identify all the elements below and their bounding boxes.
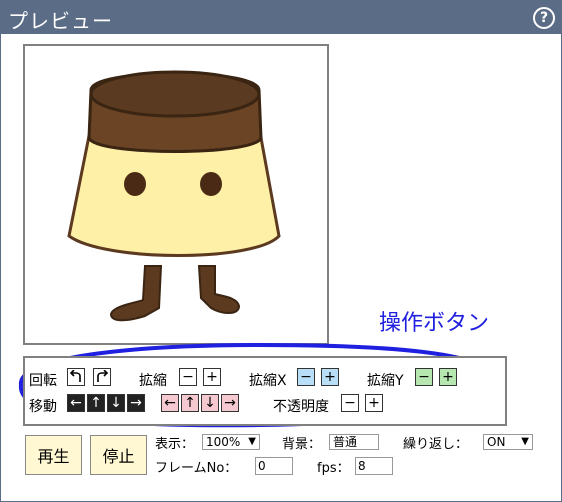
arrow-left-icon: ← [70,395,82,411]
dropdown-arrow-icon: ▼ [521,436,529,447]
arrow-left-icon: ← [164,395,176,411]
plus-icon: + [206,369,218,385]
move-fast-right-button[interactable]: → [221,394,239,412]
stop-button[interactable]: 停止 [90,435,147,475]
arrow-right-icon: → [224,395,236,411]
preview-window: プレビュー ? 操作ボタン 回転 拡縮 − + 拡縮X − + 拡縮Y − + … [0,0,562,502]
repeat-select-value: ON [487,435,506,449]
minus-icon: − [182,369,194,385]
repeat-label: 繰り返し： [403,437,469,452]
rotate-left-button[interactable] [67,368,85,386]
background-select[interactable]: 普通 [329,434,379,450]
arrow-up-icon: ↑ [184,395,196,411]
plus-icon: + [442,369,454,385]
pudding-character [67,70,281,322]
minus-icon: − [300,369,312,385]
fps-label: fps： [317,461,350,476]
repeat-select[interactable]: ON ▼ [483,434,533,450]
move-label: 移動 [29,399,57,415]
move-left-button[interactable]: ← [67,394,85,412]
opacity-increase-button[interactable]: + [365,394,383,412]
display-select-value: 100% [206,435,241,449]
annotation-label: 操作ボタン [379,311,490,336]
move-fast-up-button[interactable]: ↑ [181,394,199,412]
preview-canvas[interactable] [23,44,329,345]
background-select-value: 普通 [333,435,358,449]
fps-input[interactable]: 8 [355,457,393,475]
arrow-down-icon: ↓ [110,395,122,411]
scaley-label: 拡縮Y [367,373,404,389]
display-label: 表示： [155,437,195,452]
arrow-up-icon: ↑ [90,395,102,411]
arrow-down-icon: ↓ [204,395,216,411]
move-right-button[interactable]: → [127,394,145,412]
minus-icon: − [344,395,356,411]
scalex-increase-button[interactable]: + [321,368,339,386]
scalex-label: 拡縮X [249,373,287,389]
move-fast-down-button[interactable]: ↓ [201,394,219,412]
window-title: プレビュー [8,9,113,33]
scalex-decrease-button[interactable]: − [297,368,315,386]
dropdown-arrow-icon: ▼ [248,436,256,447]
operation-buttons-panel: 回転 拡縮 − + 拡縮X − + 拡縮Y − + 移動 ← ↑ ↓ → ← ↑ [23,356,507,426]
frameno-label: フレームNo： [155,461,238,476]
rotate-right-button[interactable] [93,368,111,386]
background-label: 背景： [282,437,322,452]
opacity-decrease-button[interactable]: − [341,394,359,412]
plus-icon: + [368,395,380,411]
minus-icon: − [418,369,430,385]
scale-increase-button[interactable]: + [203,368,221,386]
frameno-input[interactable]: 0 [255,457,293,475]
scaley-decrease-button[interactable]: − [415,368,433,386]
right-eye [200,172,222,196]
play-button[interactable]: 再生 [25,435,82,475]
rotate-right-icon [97,370,109,382]
display-select[interactable]: 100% ▼ [202,434,260,450]
opacity-label: 不透明度 [273,399,329,415]
right-leg [197,265,241,314]
rotate-left-icon [69,370,81,382]
rotate-label: 回転 [29,373,57,389]
help-icon[interactable]: ? [533,7,555,29]
titlebar: プレビュー ? [1,1,561,34]
left-eye [124,172,146,196]
move-fast-left-button[interactable]: ← [161,394,179,412]
scaley-increase-button[interactable]: + [439,368,457,386]
scale-decrease-button[interactable]: − [179,368,197,386]
left-leg [109,265,163,322]
move-up-button[interactable]: ↑ [87,394,105,412]
move-down-button[interactable]: ↓ [107,394,125,412]
pudding-top [89,70,261,118]
scale-label: 拡縮 [139,373,167,389]
arrow-right-icon: → [130,395,142,411]
plus-icon: + [324,369,336,385]
